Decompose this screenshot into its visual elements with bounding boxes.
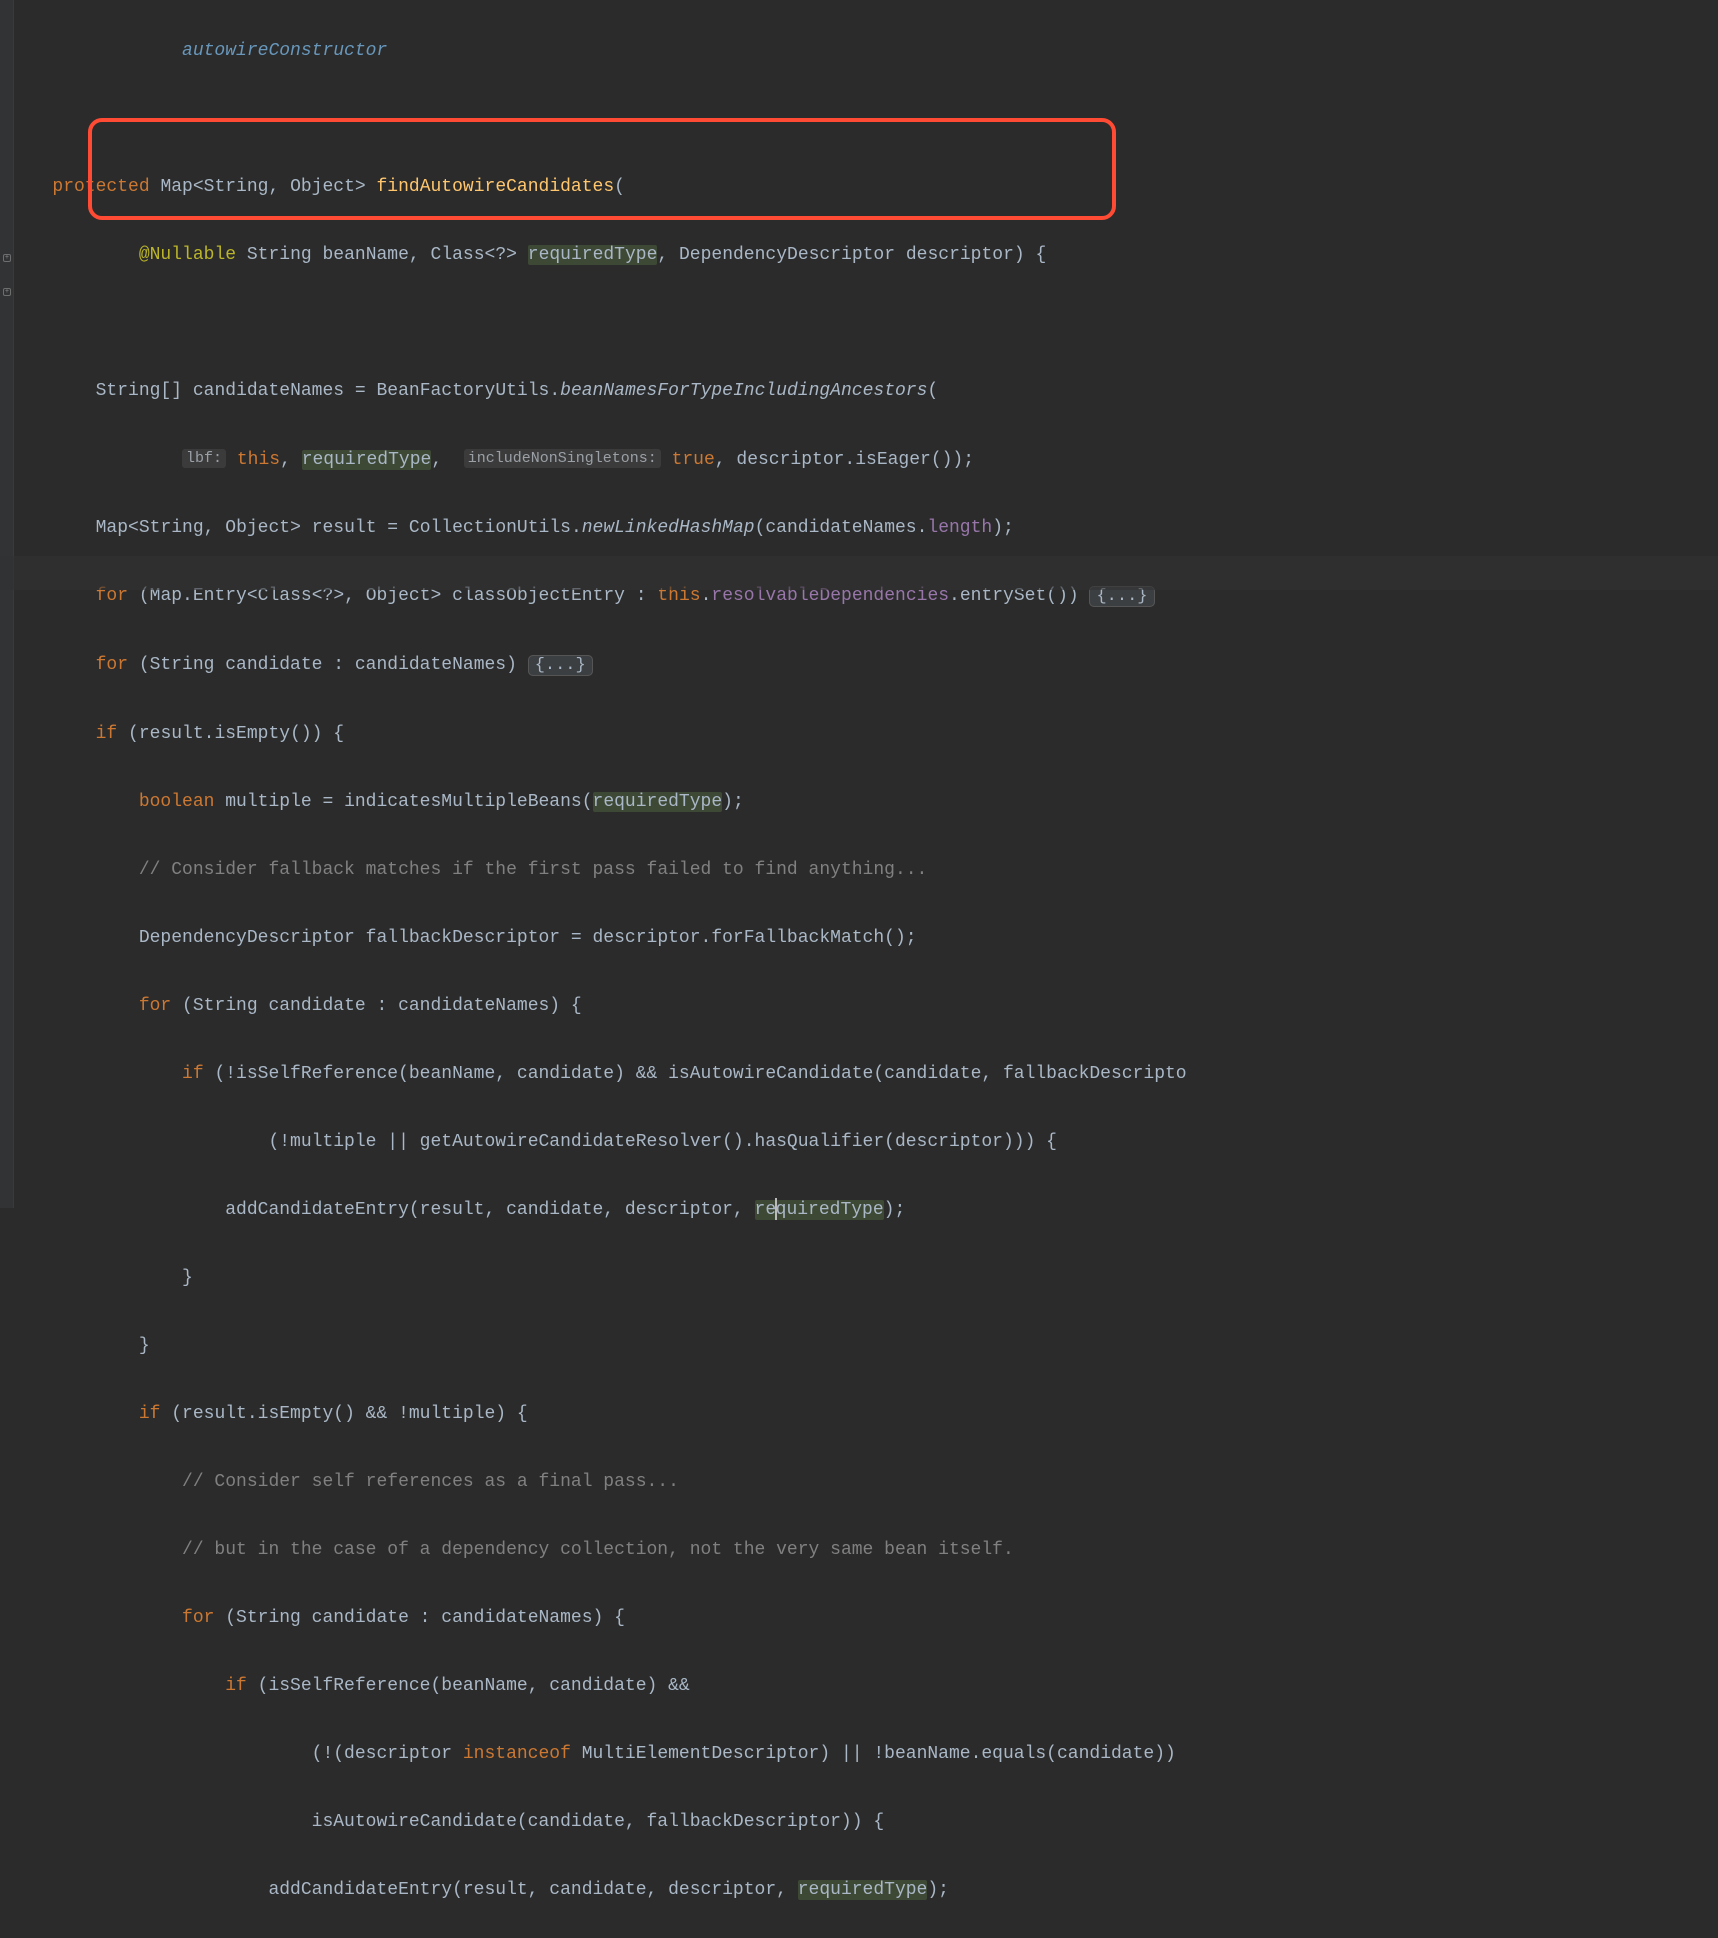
parameter-hint: includeNonSingletons:: [464, 449, 661, 468]
code-line[interactable]: Map<String, Object> result = CollectionU…: [20, 511, 1718, 545]
code-line[interactable]: DependencyDescriptor fallbackDescriptor …: [20, 921, 1718, 955]
code-line[interactable]: }: [20, 1261, 1718, 1295]
code-line[interactable]: if (isSelfReference(beanName, candidate)…: [20, 1669, 1718, 1703]
code-line[interactable]: if (result.isEmpty()) {: [20, 717, 1718, 751]
annotation: @Nullable: [139, 245, 236, 265]
parameter-hint: lbf:: [182, 449, 226, 468]
static-method-call: newLinkedHashMap: [582, 518, 755, 538]
code-line[interactable]: // but in the case of a dependency colle…: [20, 1533, 1718, 1567]
static-method-call: beanNamesForTypeIncludingAncestors: [560, 381, 927, 401]
folded-block[interactable]: {...}: [528, 655, 593, 676]
identifier-link[interactable]: autowireConstructor: [182, 41, 387, 61]
code-editor[interactable]: autowireConstructor protected Map<String…: [0, 0, 1718, 1938]
code-line[interactable]: // Consider fallback matches if the firs…: [20, 853, 1718, 887]
parameter-highlight: requiredType: [593, 792, 723, 812]
parameter-highlight: requiredType: [755, 1200, 884, 1220]
code-line[interactable]: protected Map<String, Object> findAutowi…: [20, 170, 1718, 204]
code-line[interactable]: @Nullable String beanName, Class<?> requ…: [20, 238, 1718, 272]
code-line[interactable]: addCandidateEntry(result, candidate, des…: [20, 1193, 1718, 1227]
folded-block[interactable]: {...}: [1089, 586, 1154, 607]
code-line[interactable]: String[] candidateNames = BeanFactoryUti…: [20, 374, 1718, 408]
code-line[interactable]: if (result.isEmpty() && !multiple) {: [20, 1397, 1718, 1431]
blank-line[interactable]: [20, 306, 1718, 340]
comment: // Consider fallback matches if the firs…: [139, 860, 928, 880]
code-line[interactable]: for (Map.Entry<Class<?>, Object> classOb…: [20, 579, 1718, 614]
code-line[interactable]: lbf: this, requiredType, includeNonSingl…: [20, 442, 1718, 477]
code-line[interactable]: (!multiple || getAutowireCandidateResolv…: [20, 1125, 1718, 1159]
code-line[interactable]: // Consider self references as a final p…: [20, 1465, 1718, 1499]
comment: // but in the case of a dependency colle…: [182, 1540, 1014, 1560]
parameter-highlight: requiredType: [798, 1880, 928, 1900]
code-line[interactable]: for (String candidate : candidateNames) …: [20, 648, 1718, 683]
code-line[interactable]: addCandidateEntry(result, candidate, des…: [20, 1873, 1718, 1907]
code-line[interactable]: boolean multiple = indicatesMultipleBean…: [20, 785, 1718, 819]
fold-marker-icon[interactable]: +: [3, 288, 11, 296]
keyword: protected: [52, 177, 149, 197]
method-name: findAutowireCandidates: [377, 177, 615, 197]
fold-marker-icon[interactable]: +: [3, 254, 11, 262]
code-line[interactable]: (!(descriptor instanceof MultiElementDes…: [20, 1737, 1718, 1771]
code-line[interactable]: for (String candidate : candidateNames) …: [20, 989, 1718, 1023]
code-line[interactable]: if (!isSelfReference(beanName, candidate…: [20, 1057, 1718, 1091]
code-line[interactable]: for (String candidate : candidateNames) …: [20, 1601, 1718, 1635]
parameter-highlight: requiredType: [528, 245, 658, 265]
comment: // Consider self references as a final p…: [182, 1472, 679, 1492]
code-line[interactable]: autowireConstructor: [20, 34, 1718, 68]
parameter-highlight: requiredType: [302, 450, 432, 470]
blank-line[interactable]: [20, 102, 1718, 136]
code-line[interactable]: }: [20, 1329, 1718, 1363]
editor-gutter[interactable]: + +: [0, 0, 14, 1208]
code-line[interactable]: isAutowireCandidate(candidate, fallbackD…: [20, 1805, 1718, 1839]
